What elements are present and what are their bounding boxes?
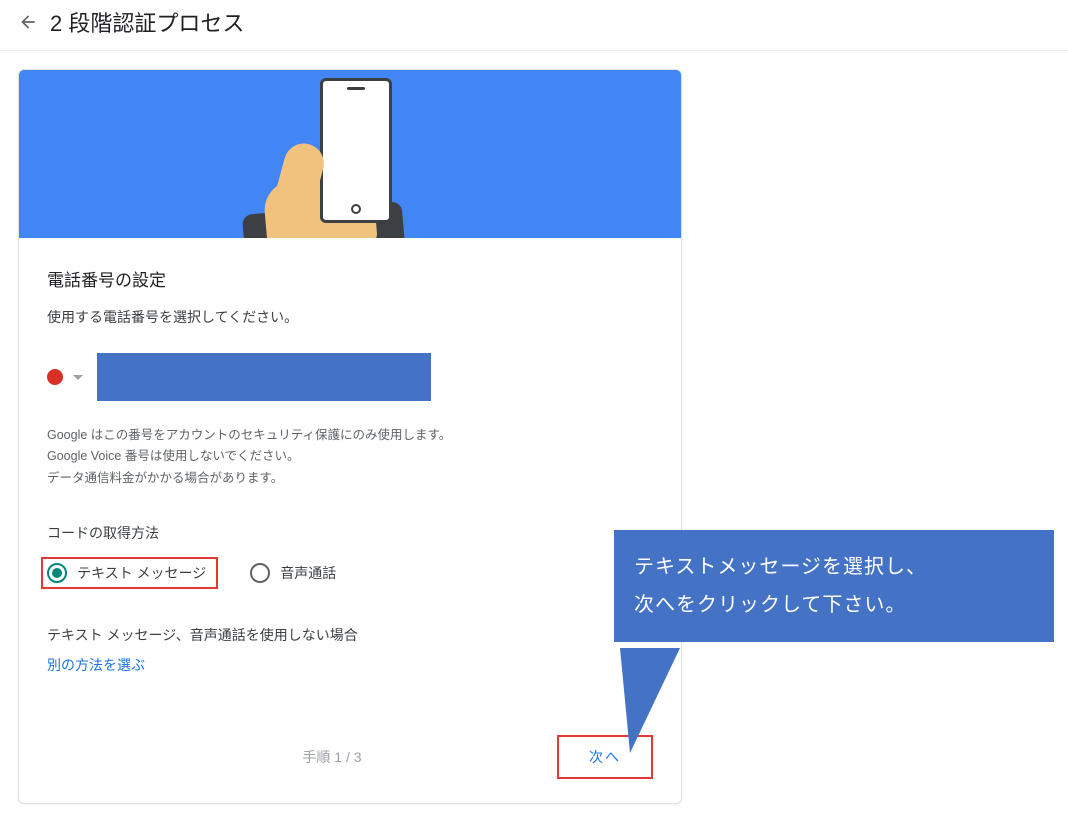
- callout-line: 次へをクリックして下さい。: [634, 586, 1034, 624]
- radio-text-message[interactable]: テキスト メッセージ: [41, 557, 218, 589]
- phone-in-hand-illustration: [290, 70, 410, 238]
- back-arrow-icon[interactable]: [16, 10, 40, 34]
- page-title: 2 段階認証プロセス: [50, 6, 244, 38]
- radio-group: テキスト メッセージ 音声通話: [47, 557, 653, 589]
- disclaimer-line: Google Voice 番号は使用しないでください。: [47, 446, 653, 467]
- top-bar: 2 段階認証プロセス: [0, 0, 1068, 51]
- radio-icon: [47, 563, 67, 583]
- section-title: 電話番号の設定: [47, 266, 653, 291]
- phone-number-redacted[interactable]: [97, 353, 431, 401]
- choose-other-method-link[interactable]: 別の方法を選ぶ: [47, 655, 653, 675]
- chevron-down-icon: [73, 375, 83, 380]
- card-content: 電話番号の設定 使用する電話番号を選択してください。 Google はこの番号を…: [19, 238, 681, 695]
- section-subtitle: 使用する電話番号を選択してください。: [47, 307, 653, 327]
- radio-voice-call[interactable]: 音声通話: [250, 563, 336, 583]
- callout-tail-icon: [620, 648, 700, 758]
- next-button[interactable]: 次へ: [589, 747, 621, 767]
- step-indicator: 手順 1 / 3: [302, 747, 361, 767]
- card-footer: 手順 1 / 3 次へ: [19, 695, 681, 803]
- country-flag-dropdown[interactable]: [47, 369, 83, 385]
- instruction-callout: テキストメッセージを選択し、 次へをクリックして下さい。: [614, 530, 1054, 642]
- alternative-prompt: テキスト メッセージ、音声通話を使用しない場合: [47, 625, 653, 645]
- radio-label: テキスト メッセージ: [77, 563, 206, 583]
- radio-label: 音声通話: [280, 563, 336, 583]
- flag-jp-icon: [47, 369, 63, 385]
- disclaimer-line: Google はこの番号をアカウントのセキュリティ保護にのみ使用します。: [47, 425, 653, 446]
- radio-icon: [250, 563, 270, 583]
- disclaimer-text: Google はこの番号をアカウントのセキュリティ保護にのみ使用します。 Goo…: [47, 425, 653, 489]
- setup-card: 電話番号の設定 使用する電話番号を選択してください。 Google はこの番号を…: [18, 69, 682, 804]
- callout-line: テキストメッセージを選択し、: [634, 548, 1034, 586]
- disclaimer-line: データ通信料金がかかる場合があります。: [47, 468, 653, 489]
- hero-banner: [19, 70, 681, 238]
- code-method-label: コードの取得方法: [47, 523, 653, 543]
- phone-input-row: [47, 353, 653, 401]
